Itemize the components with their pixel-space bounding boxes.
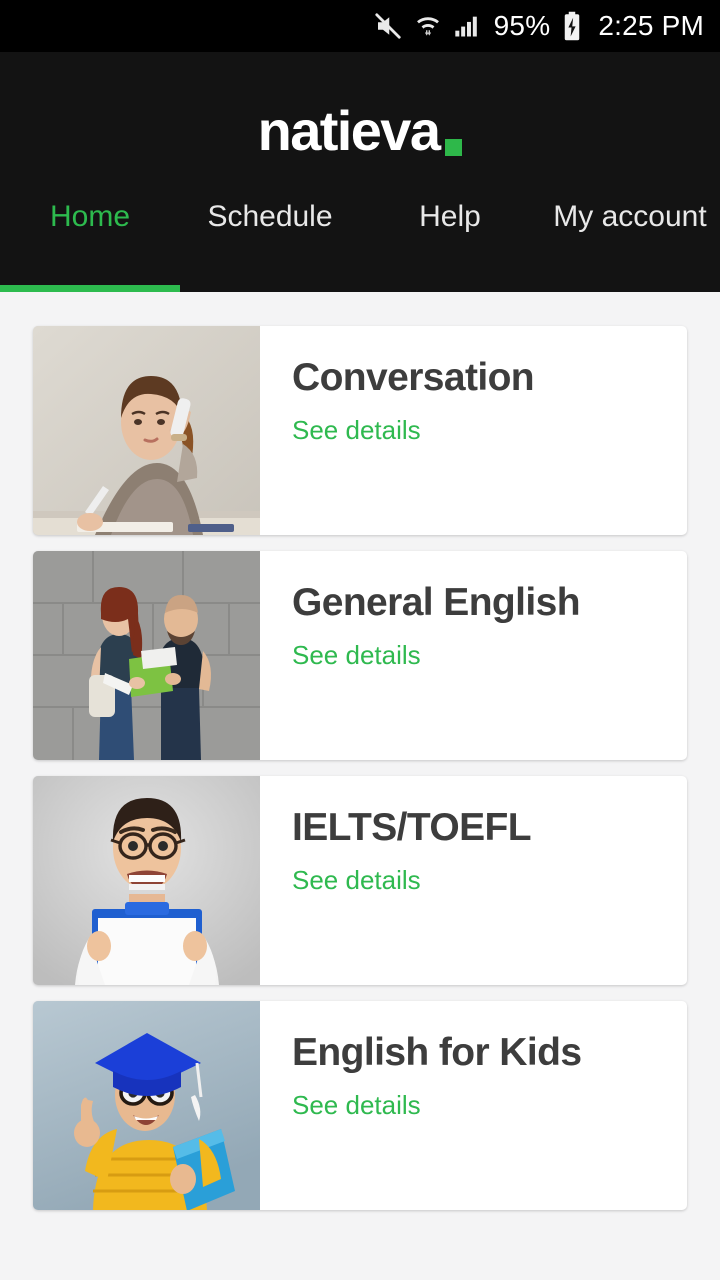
tab-bar: Home Schedule Help My account <box>0 197 720 292</box>
see-details-link[interactable]: See details <box>292 1091 421 1120</box>
course-title: Conversation <box>292 356 535 399</box>
course-card-general-english[interactable]: General English See details <box>33 551 687 760</box>
see-details-link[interactable]: See details <box>292 866 421 895</box>
course-card-body: English for Kids See details <box>260 1001 687 1210</box>
course-title: IELTS/TOEFL <box>292 806 532 849</box>
tab-my-account[interactable]: My account <box>540 197 720 292</box>
tab-home[interactable]: Home <box>0 197 180 292</box>
battery-percent-label: 95% <box>493 10 551 41</box>
course-thumbnail-conversation <box>33 326 260 535</box>
active-tab-indicator <box>0 285 180 292</box>
wifi-icon <box>414 12 442 40</box>
logo-text: natieva <box>257 98 441 162</box>
tab-schedule[interactable]: Schedule <box>180 197 360 292</box>
clock-label: 2:25 PM <box>598 10 704 41</box>
course-thumbnail-ielts-toefl <box>33 776 260 985</box>
tab-help[interactable]: Help <box>360 197 540 292</box>
cellular-signal-icon <box>453 12 481 40</box>
course-thumbnail-english-for-kids <box>33 1001 260 1210</box>
app-header: natieva Home Schedule Help My account <box>0 52 720 292</box>
course-title: English for Kids <box>292 1031 582 1074</box>
mute-icon <box>373 11 403 41</box>
see-details-link[interactable]: See details <box>292 641 421 670</box>
app-logo: natieva <box>0 52 720 197</box>
course-card-body: Conversation See details <box>260 326 687 535</box>
status-bar: 95% 2:25 PM <box>0 0 720 52</box>
course-list: Conversation See details General English… <box>0 292 720 1210</box>
course-card-ielts-toefl[interactable]: IELTS/TOEFL See details <box>33 776 687 985</box>
course-title: General English <box>292 581 581 624</box>
course-thumbnail-general-english <box>33 551 260 760</box>
see-details-link[interactable]: See details <box>292 416 421 445</box>
battery-charging-icon <box>561 11 583 41</box>
course-card-body: General English See details <box>260 551 687 760</box>
course-card-english-for-kids[interactable]: English for Kids See details <box>33 1001 687 1210</box>
course-card-conversation[interactable]: Conversation See details <box>33 326 687 535</box>
logo-dot-icon <box>445 138 463 156</box>
app-screen: 95% 2:25 PM natieva Home Schedule Help M… <box>0 0 720 1280</box>
course-card-body: IELTS/TOEFL See details <box>260 776 687 985</box>
